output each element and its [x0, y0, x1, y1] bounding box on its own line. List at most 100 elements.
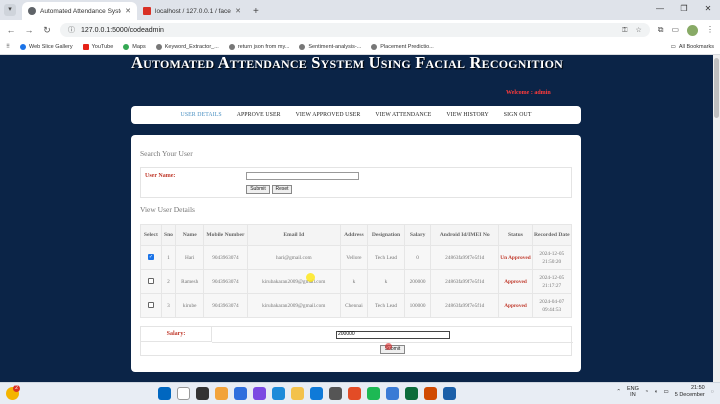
phpmyadmin-icon — [143, 7, 151, 15]
scrollbar-thumb[interactable] — [714, 58, 719, 118]
vscode-icon[interactable] — [386, 387, 399, 400]
salary-form: Salary: 200000 Submit — [140, 326, 573, 356]
menu-view-approved-user[interactable]: VIEW APPROVED USER — [296, 112, 361, 118]
password-key-icon[interactable]: ⚿ — [622, 27, 627, 34]
tab-attendance[interactable]: Automated Attendance System ✕ — [22, 2, 137, 20]
reload-icon[interactable]: ↻ — [42, 25, 52, 36]
copilot-icon[interactable] — [215, 387, 228, 400]
click-highlight — [385, 343, 392, 350]
bookmark-label: All Bookmarks — [678, 44, 714, 50]
bookmark-youtube[interactable]: YouTube — [82, 44, 113, 50]
row-checkbox[interactable] — [147, 302, 154, 309]
salary-submit-button[interactable]: Submit — [380, 345, 405, 354]
apps-icon[interactable]: ⠿ — [6, 44, 10, 50]
all-bookmarks[interactable]: ▭ All Bookmarks — [671, 44, 714, 50]
teams-icon[interactable] — [253, 387, 266, 400]
maximize-icon[interactable]: ❐ — [672, 0, 696, 20]
chrome-icon[interactable] — [348, 387, 361, 400]
address-bar[interactable]: ⓘ 127.0.0.1:5000/codeadmin ⚿ ☆ — [60, 23, 650, 37]
edge-icon[interactable] — [272, 387, 285, 400]
tab-strip: ▾ Automated Attendance System ✕ localhos… — [0, 0, 720, 20]
bookmark-label: Web Slice Gallery — [29, 44, 73, 50]
page-content: Automated Attendance System Using Facial… — [0, 55, 720, 382]
email-cell: kirubakaran2009@gmail.com — [246, 293, 341, 318]
email-cell: kirubakaran2009@gmail.com — [246, 269, 341, 294]
language-indicator[interactable]: ENG IN — [627, 386, 639, 398]
volume-icon[interactable]: ◖ — [654, 389, 657, 395]
menu-approve-user[interactable]: APPROVE USER — [237, 112, 281, 118]
menu-view-history[interactable]: VIEW HISTORY — [446, 112, 488, 118]
menu-kebab-icon[interactable]: ⋮ — [706, 25, 714, 36]
github-icon — [155, 44, 162, 50]
url-text[interactable]: 127.0.0.1:5000/codeadmin — [81, 27, 610, 34]
battery-icon[interactable]: ▭ — [664, 389, 669, 395]
bookmark-label: Keyword_Extractor_... — [164, 44, 219, 50]
sidepanel-icon[interactable]: ▭ — [671, 25, 679, 36]
mail-icon[interactable] — [234, 387, 247, 400]
extensions-icon[interactable]: ⧉ — [658, 25, 664, 36]
designation-cell: k — [366, 269, 406, 294]
store-icon[interactable] — [329, 387, 342, 400]
chevron-up-icon[interactable]: ⌃ — [616, 389, 621, 395]
mobile-cell: 9043963074 — [203, 293, 248, 318]
search-reset-button[interactable]: Reset — [272, 185, 292, 194]
date-cell: 2024-12-05 21:50:20 — [531, 245, 573, 270]
salary-input[interactable]: 200000 — [336, 331, 450, 339]
salary-cell: 100000 — [404, 293, 432, 318]
address-cell: Vellore — [339, 245, 368, 270]
row-checkbox[interactable] — [147, 278, 154, 285]
minimize-icon[interactable]: — — [648, 0, 672, 20]
page-title: Automated Attendance System Using Facial… — [131, 55, 563, 72]
forward-icon[interactable]: → — [24, 25, 34, 35]
select-cell — [140, 293, 162, 318]
close-tab-icon[interactable]: ✕ — [235, 7, 241, 15]
android-id-cell: 24863fa99f7e5f1d — [430, 269, 500, 294]
close-tab-icon[interactable]: ✕ — [125, 7, 131, 15]
bookmarks-bar: ⠿ Web Slice Gallery YouTube Maps Keyword… — [0, 40, 720, 55]
file-explorer-icon[interactable] — [291, 387, 304, 400]
android-id-cell: 24863fa99f7e5f1d — [430, 293, 500, 318]
menu-view-attendance[interactable]: VIEW ATTENDANCE — [375, 112, 431, 118]
bookmark-return-json[interactable]: return json from my... — [228, 44, 290, 50]
col-android-id: Android Id/IMEI No — [430, 224, 500, 246]
designation-cell: Tech Lead — [366, 293, 406, 318]
tab-search-icon[interactable]: ▾ — [4, 4, 16, 16]
search-submit-button[interactable]: Submit — [246, 185, 270, 194]
task-view-icon[interactable] — [196, 387, 209, 400]
clock[interactable]: 21:50 5 December — [675, 385, 705, 399]
select-cell: ✓ — [140, 245, 162, 270]
back-icon[interactable]: ← — [6, 25, 16, 35]
notification-badge: 2 — [13, 385, 20, 392]
col-status: Status — [498, 224, 533, 246]
bookmark-keyword[interactable]: Keyword_Extractor_... — [155, 44, 219, 50]
globe-icon — [20, 44, 27, 50]
new-tab-button[interactable]: + — [247, 6, 265, 20]
bookmark-maps[interactable]: Maps — [123, 44, 146, 50]
username-input[interactable] — [246, 172, 359, 180]
star-icon[interactable]: ☆ — [635, 27, 641, 34]
dropbox-icon[interactable] — [310, 387, 323, 400]
bookmark-placement[interactable]: Placement Predictio... — [371, 44, 434, 50]
excel-icon[interactable] — [405, 387, 418, 400]
wifi-icon[interactable]: ◔ — [645, 389, 648, 395]
tab-title: Automated Attendance System — [40, 7, 122, 15]
avatar[interactable] — [687, 24, 698, 36]
site-info-icon[interactable]: ⓘ — [68, 25, 75, 35]
menu-user-details[interactable]: USER DETAILS — [181, 112, 222, 118]
close-window-icon[interactable]: ✕ — [696, 0, 720, 20]
start-icon[interactable] — [158, 387, 171, 400]
spotify-icon[interactable] — [367, 387, 380, 400]
powerpoint-icon[interactable] — [424, 387, 437, 400]
search-icon[interactable] — [177, 387, 190, 400]
content-panel: Search Your User User Name: Submit Reset… — [131, 135, 581, 372]
row-checkbox[interactable]: ✓ — [147, 254, 154, 261]
word-icon[interactable] — [443, 387, 456, 400]
tab-phpmyadmin[interactable]: localhost / 127.0.0.1 / facerecog ✕ — [137, 2, 247, 20]
bookmark-label: return json from my... — [237, 44, 290, 50]
bookmark-web-slice[interactable]: Web Slice Gallery — [20, 44, 73, 50]
name-cell: kirube — [175, 293, 205, 318]
bell-icon[interactable]: ◌ — [711, 389, 714, 395]
bookmark-sentiment[interactable]: Sentiment-analysis-... — [299, 44, 361, 50]
menu-sign-out[interactable]: SIGN OUT — [504, 112, 532, 118]
details-heading: View User Details — [140, 205, 195, 214]
